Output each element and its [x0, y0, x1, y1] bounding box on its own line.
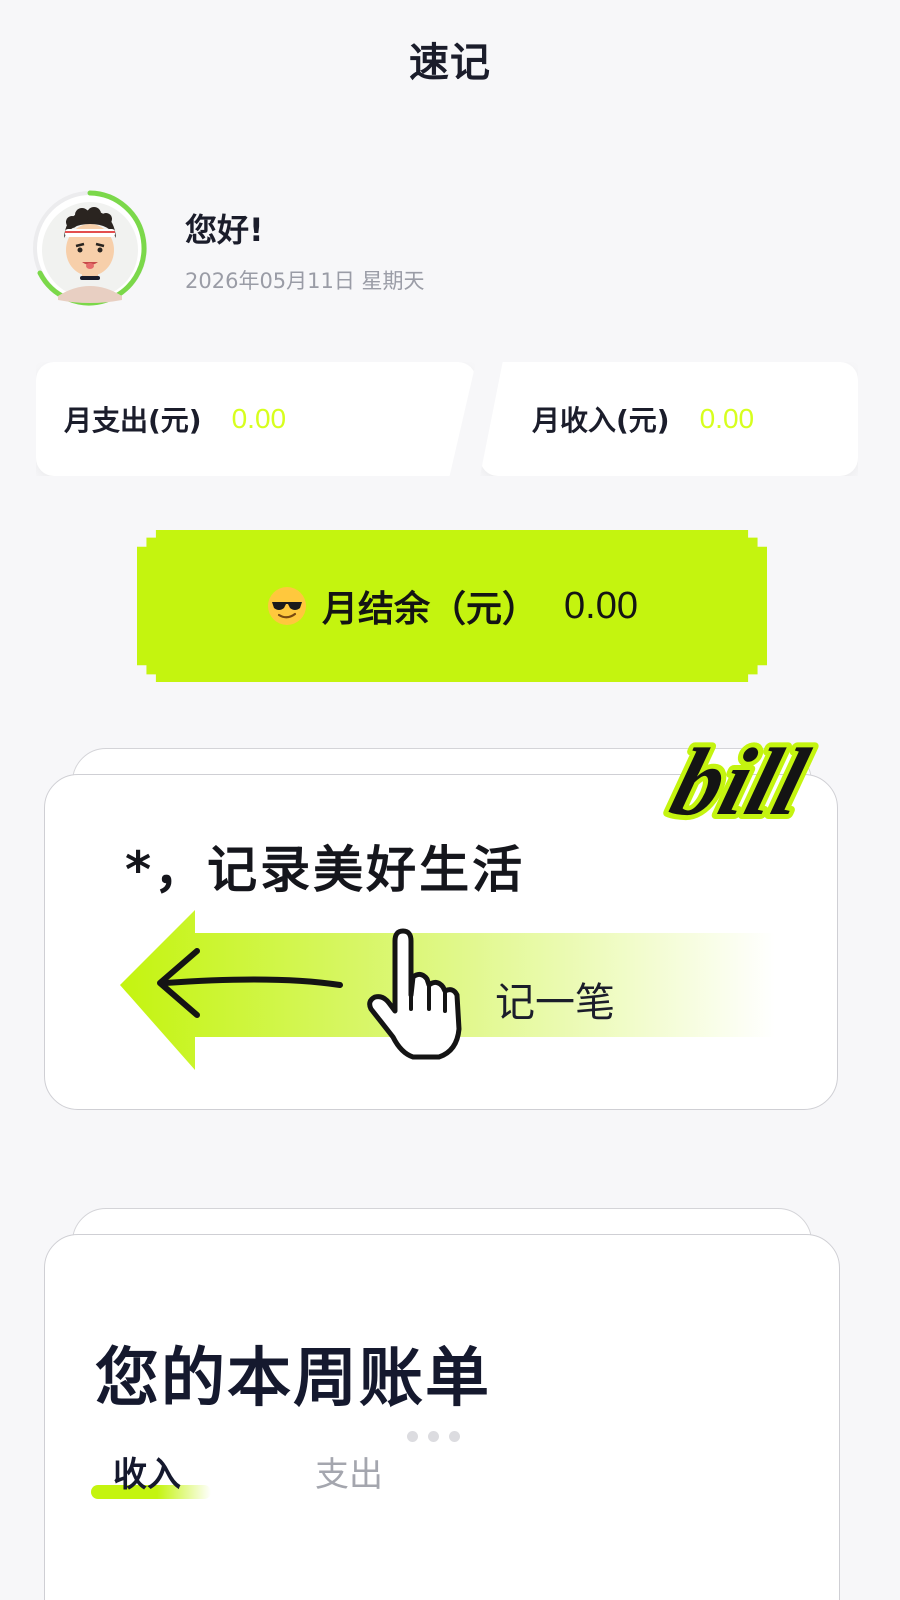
monthly-income-label: 月收入(元)	[532, 404, 670, 437]
pager-dot	[428, 1431, 439, 1442]
avatar-icon	[33, 190, 147, 306]
monthly-income-card[interactable]: 月收入(元) 0.00	[480, 362, 858, 476]
record-slogan: *，记录美好生活	[125, 841, 526, 899]
tab-expense[interactable]: 支出	[315, 1447, 383, 1496]
record-action-label: 记一笔	[495, 980, 615, 1026]
greeting-text: 您好!	[185, 211, 264, 249]
monthly-expense-card[interactable]: 月支出(元) 0.00	[36, 362, 476, 476]
pager-dot	[449, 1431, 460, 1442]
weekly-bill-title: 您的本周账单	[95, 1342, 491, 1416]
bill-decoration: bill bill	[655, 725, 824, 841]
tab-income[interactable]: 收入	[113, 1447, 181, 1496]
pager-dot	[407, 1431, 418, 1442]
current-date: 2026年05月11日 星期天	[185, 269, 425, 293]
monthly-balance-banner[interactable]: 月结余（元） 0.00	[137, 530, 767, 682]
monthly-expense-label: 月支出(元)	[64, 404, 202, 437]
monthly-expense-value: 0.00	[231, 403, 287, 434]
cool-face-emoji-icon	[268, 587, 306, 625]
pager-dots	[407, 1431, 460, 1442]
monthly-balance-label: 月结余（元）	[322, 589, 539, 630]
monthly-income-value: 0.00	[699, 403, 755, 434]
bill-word-text: bill	[660, 730, 819, 836]
record-arrow-banner[interactable]	[115, 905, 775, 1085]
page-title: 速记	[409, 40, 491, 86]
monthly-balance-value: 0.00	[564, 584, 638, 627]
weekly-bill-card: 您的本周账单 收入 支出	[44, 1234, 840, 1600]
avatar[interactable]	[30, 188, 150, 308]
